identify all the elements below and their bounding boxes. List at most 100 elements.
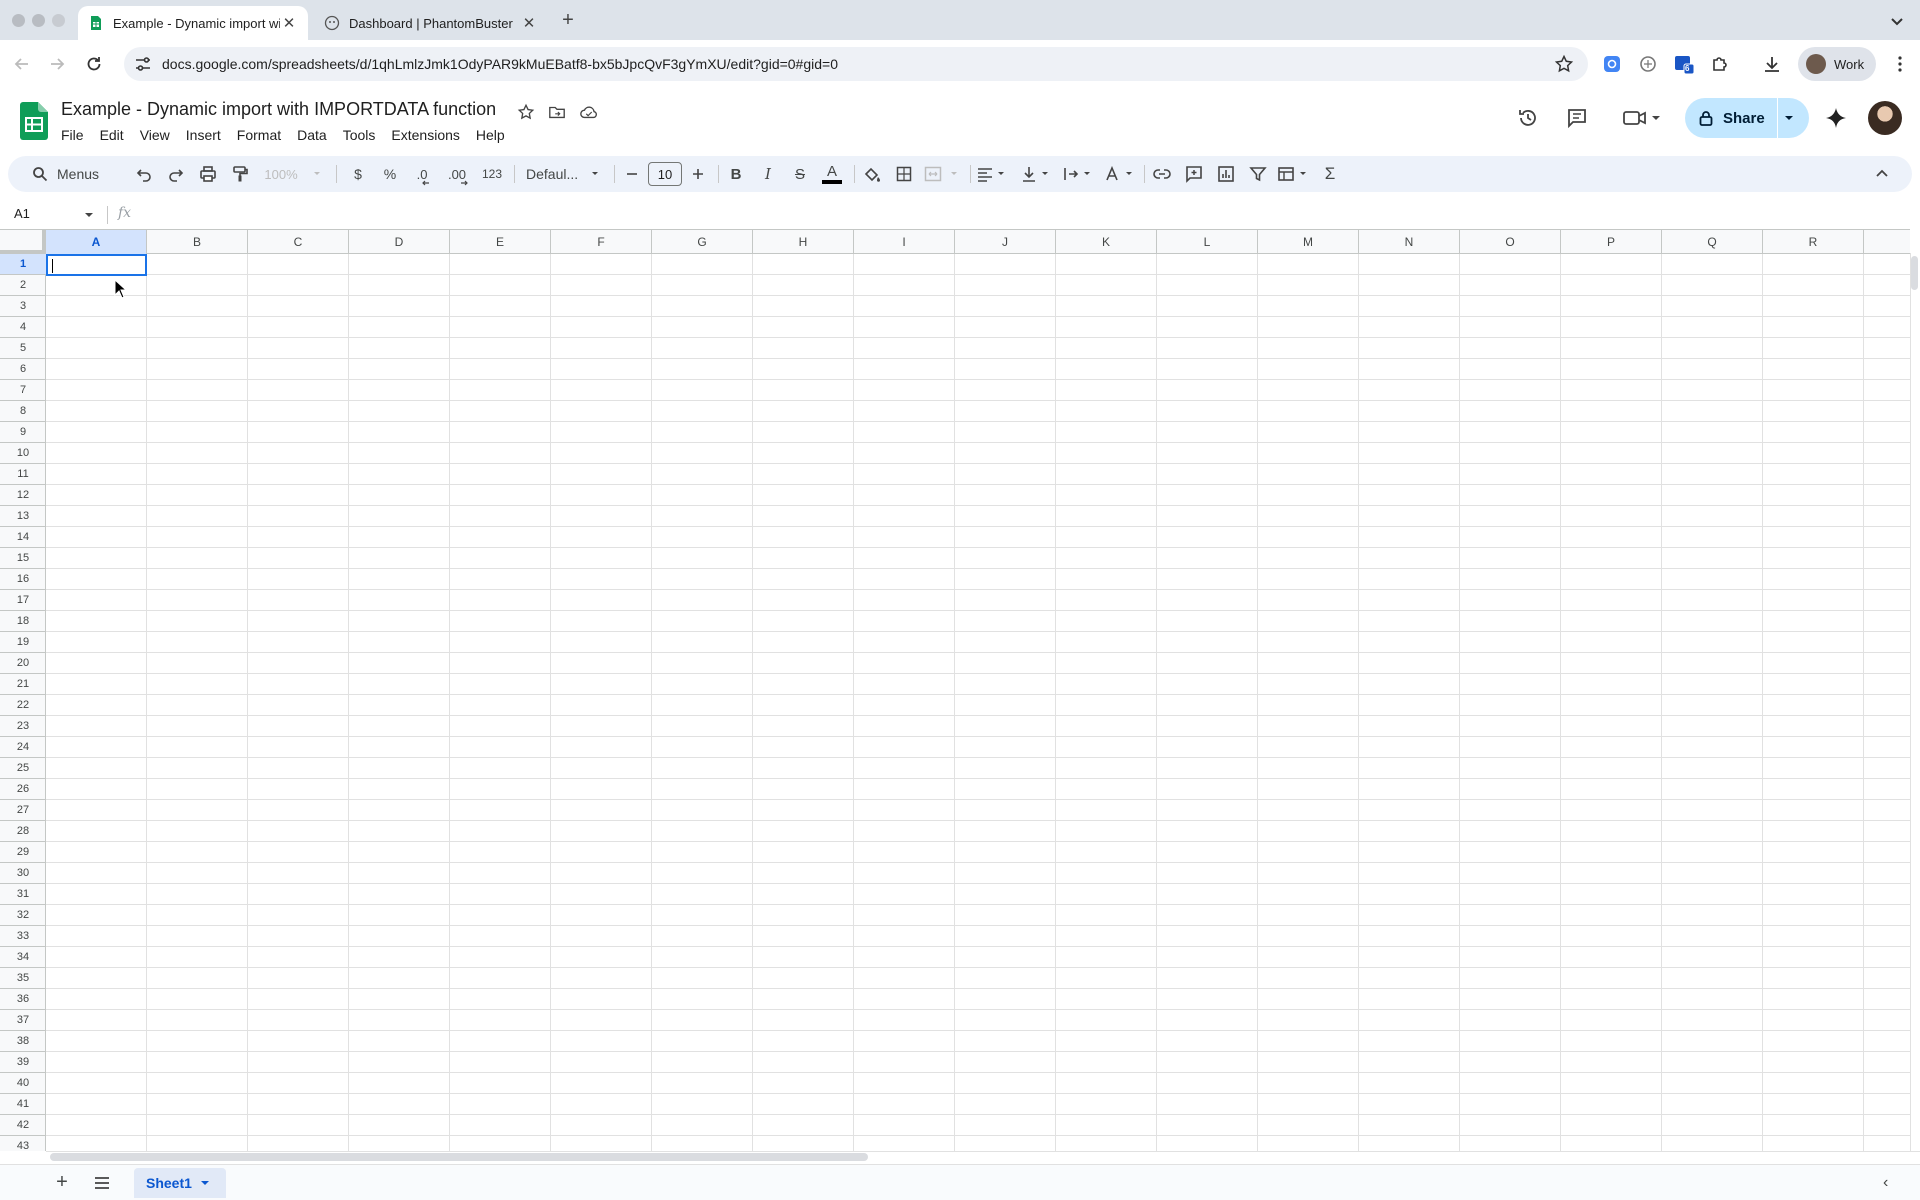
menu-help[interactable]: Help bbox=[468, 124, 513, 146]
column-header-d[interactable]: D bbox=[349, 230, 450, 254]
active-cell-a1[interactable] bbox=[46, 254, 147, 276]
row-header-23[interactable]: 23 bbox=[0, 716, 46, 737]
insert-chart-button[interactable] bbox=[1214, 162, 1238, 186]
column-header-g[interactable]: G bbox=[652, 230, 753, 254]
row-header-6[interactable]: 6 bbox=[0, 359, 46, 380]
borders-button[interactable] bbox=[892, 162, 916, 186]
version-history-button[interactable] bbox=[1514, 104, 1542, 132]
search-menus-button[interactable]: Menus bbox=[32, 162, 116, 186]
extension-badge-button[interactable]: 6 bbox=[1672, 52, 1696, 76]
cell-area[interactable] bbox=[46, 254, 1910, 1151]
row-header-14[interactable]: 14 bbox=[0, 527, 46, 548]
menu-data[interactable]: Data bbox=[289, 124, 335, 146]
row-header-40[interactable]: 40 bbox=[0, 1073, 46, 1094]
undo-button[interactable] bbox=[132, 162, 156, 186]
row-header-10[interactable]: 10 bbox=[0, 443, 46, 464]
row-header-7[interactable]: 7 bbox=[0, 380, 46, 401]
filter-views-button[interactable] bbox=[1276, 162, 1312, 186]
address-bar[interactable]: docs.google.com/spreadsheets/d/1qhLmlzJm… bbox=[124, 47, 1588, 81]
row-header-4[interactable]: 4 bbox=[0, 317, 46, 338]
vertical-scroll-thumb[interactable] bbox=[1911, 256, 1918, 290]
collapse-toolbar-button[interactable] bbox=[1870, 162, 1894, 186]
strikethrough-button[interactable]: S bbox=[788, 162, 812, 186]
row-header-35[interactable]: 35 bbox=[0, 968, 46, 989]
row-header-29[interactable]: 29 bbox=[0, 842, 46, 863]
column-header-o[interactable]: O bbox=[1460, 230, 1561, 254]
vertical-align-button[interactable] bbox=[1020, 162, 1054, 186]
row-header-19[interactable]: 19 bbox=[0, 632, 46, 653]
move-button[interactable] bbox=[546, 101, 568, 123]
increase-decimal-button[interactable]: .00 bbox=[440, 162, 474, 186]
new-tab-button[interactable]: + bbox=[557, 10, 579, 32]
column-header-e[interactable]: E bbox=[450, 230, 551, 254]
row-header-39[interactable]: 39 bbox=[0, 1052, 46, 1073]
row-header-12[interactable]: 12 bbox=[0, 485, 46, 506]
row-header-30[interactable]: 30 bbox=[0, 863, 46, 884]
insert-link-button[interactable] bbox=[1150, 162, 1174, 186]
currency-format-button[interactable]: $ bbox=[346, 162, 370, 186]
menu-extensions[interactable]: Extensions bbox=[383, 124, 467, 146]
comments-button[interactable] bbox=[1563, 104, 1591, 132]
window-zoom-button[interactable] bbox=[52, 14, 65, 27]
row-header-38[interactable]: 38 bbox=[0, 1031, 46, 1052]
column-header-p[interactable]: P bbox=[1561, 230, 1662, 254]
vertical-scrollbar[interactable] bbox=[1910, 253, 1920, 1151]
font-family-select[interactable]: Defaul... bbox=[520, 162, 606, 186]
row-header-9[interactable]: 9 bbox=[0, 422, 46, 443]
column-header-k[interactable]: K bbox=[1056, 230, 1157, 254]
merge-cells-button[interactable] bbox=[922, 162, 964, 186]
close-tab-icon[interactable]: ✕ bbox=[520, 14, 538, 32]
row-header-17[interactable]: 17 bbox=[0, 590, 46, 611]
italic-button[interactable]: I bbox=[756, 162, 780, 186]
increase-font-size-button[interactable] bbox=[686, 162, 710, 186]
row-header-3[interactable]: 3 bbox=[0, 296, 46, 317]
row-header-15[interactable]: 15 bbox=[0, 548, 46, 569]
account-avatar[interactable] bbox=[1868, 101, 1902, 135]
horizontal-align-button[interactable] bbox=[976, 162, 1010, 186]
extensions-button[interactable] bbox=[1708, 52, 1732, 76]
column-header-a[interactable]: A bbox=[46, 230, 147, 254]
row-header-34[interactable]: 34 bbox=[0, 947, 46, 968]
name-box[interactable]: A1 bbox=[14, 206, 30, 221]
column-header-i[interactable]: I bbox=[854, 230, 955, 254]
column-header-n[interactable]: N bbox=[1359, 230, 1460, 254]
row-header-28[interactable]: 28 bbox=[0, 821, 46, 842]
paint-format-button[interactable] bbox=[228, 162, 252, 186]
zoom-select[interactable]: 100% bbox=[260, 162, 326, 186]
site-info-icon[interactable] bbox=[134, 55, 152, 73]
column-header-b[interactable]: B bbox=[147, 230, 248, 254]
row-header-20[interactable]: 20 bbox=[0, 653, 46, 674]
row-header-13[interactable]: 13 bbox=[0, 506, 46, 527]
column-header-c[interactable]: C bbox=[248, 230, 349, 254]
percent-format-button[interactable]: % bbox=[378, 162, 402, 186]
row-header-27[interactable]: 27 bbox=[0, 800, 46, 821]
row-header-24[interactable]: 24 bbox=[0, 737, 46, 758]
menu-file[interactable]: File bbox=[53, 124, 92, 146]
extension-openai-button[interactable] bbox=[1636, 52, 1660, 76]
menu-edit[interactable]: Edit bbox=[92, 124, 132, 146]
number-format-button[interactable]: 123 bbox=[478, 162, 506, 186]
print-button[interactable] bbox=[196, 162, 220, 186]
bold-button[interactable]: B bbox=[724, 162, 748, 186]
column-header-m[interactable]: M bbox=[1258, 230, 1359, 254]
row-header-11[interactable]: 11 bbox=[0, 464, 46, 485]
row-header-26[interactable]: 26 bbox=[0, 779, 46, 800]
text-color-button[interactable]: A bbox=[820, 162, 844, 186]
menu-tools[interactable]: Tools bbox=[335, 124, 384, 146]
row-header-2[interactable]: 2 bbox=[0, 275, 46, 296]
decrease-decimal-button[interactable]: .0 bbox=[408, 162, 436, 186]
extension-blue-button[interactable] bbox=[1600, 52, 1624, 76]
row-header-32[interactable]: 32 bbox=[0, 905, 46, 926]
column-header-f[interactable]: F bbox=[551, 230, 652, 254]
select-all-corner[interactable] bbox=[0, 230, 46, 254]
window-close-button[interactable] bbox=[12, 14, 25, 27]
column-header-r[interactable]: R bbox=[1763, 230, 1864, 254]
cloud-status-button[interactable] bbox=[578, 101, 600, 123]
sheet-tab-sheet1[interactable]: Sheet1 bbox=[134, 1168, 226, 1198]
row-header-41[interactable]: 41 bbox=[0, 1094, 46, 1115]
column-header-l[interactable]: L bbox=[1157, 230, 1258, 254]
back-button[interactable] bbox=[10, 52, 34, 76]
reload-button[interactable] bbox=[82, 52, 106, 76]
share-button[interactable]: Share bbox=[1685, 98, 1809, 138]
gemini-button[interactable] bbox=[1822, 104, 1850, 132]
